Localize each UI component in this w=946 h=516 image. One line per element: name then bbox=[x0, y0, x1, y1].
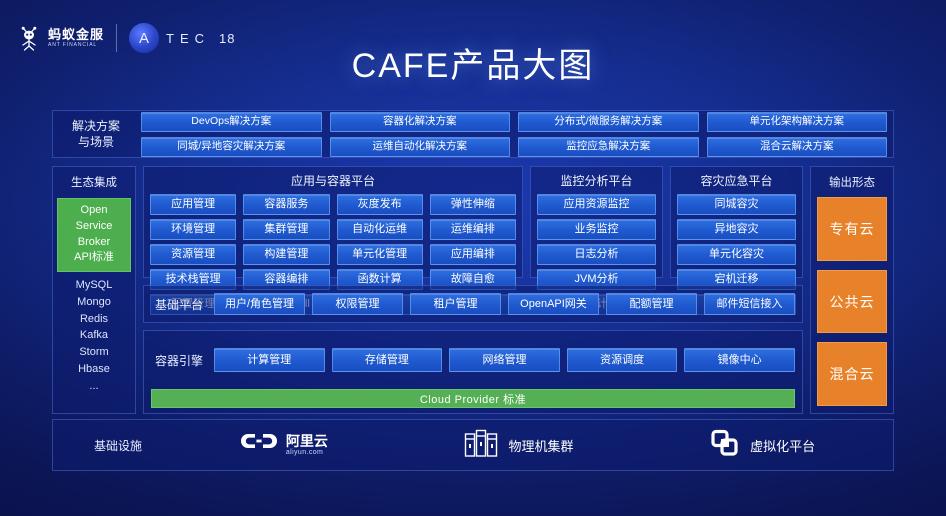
output-form-item[interactable]: 混合云 bbox=[817, 342, 887, 407]
container-engine-label: 容器引擎 bbox=[154, 353, 203, 368]
disaster-platform-chip[interactable]: 同城容灾 bbox=[677, 194, 796, 215]
disaster-platform-title: 容灾应急平台 bbox=[700, 174, 773, 188]
solution-chip[interactable]: 混合云解决方案 bbox=[706, 136, 887, 157]
base-platform-chip[interactable]: 用户/角色管理 bbox=[214, 293, 305, 315]
base-platform-chip[interactable]: 租户管理 bbox=[410, 293, 501, 315]
solutions-label-line1: 解决方案 bbox=[71, 118, 120, 133]
platform-row: 应用与容器平台 应用管理 容器服务 灰度发布 弹性伸缩 环境管理 集群管理 自动… bbox=[143, 166, 803, 315]
app-platform-chip[interactable]: 弹性伸缩 bbox=[429, 194, 516, 215]
base-platform-chip[interactable]: OpenAPI网关 bbox=[508, 293, 599, 315]
app-platform-chip[interactable]: 单元化管理 bbox=[336, 244, 423, 265]
container-engine-chip[interactable]: 镜像中心 bbox=[684, 348, 795, 372]
virtualization-icon bbox=[709, 428, 741, 463]
ecosystem-item: Storm bbox=[79, 346, 109, 358]
app-platform-chip[interactable]: 资源管理 bbox=[150, 244, 237, 265]
ecosystem-item: Kafka bbox=[79, 329, 109, 342]
solution-chip[interactable]: 监控应急解决方案 bbox=[518, 136, 699, 157]
base-platform-label: 基础平台 bbox=[154, 297, 203, 312]
ecosystem-item: Mongo bbox=[77, 295, 111, 308]
app-platform-chip[interactable]: 构建管理 bbox=[243, 244, 330, 265]
solution-chip[interactable]: 分布式/微服务解决方案 bbox=[518, 111, 699, 132]
physical-cluster-label: 物理机集群 bbox=[508, 438, 574, 454]
server-rack-icon bbox=[463, 428, 499, 463]
infrastructure-item-physical-cluster: 物理机集群 bbox=[463, 428, 574, 463]
ecosystem-standard-item: Service bbox=[75, 219, 113, 232]
app-platform-chip[interactable]: 集群管理 bbox=[243, 219, 330, 240]
monitor-platform-panel: 监控分析平台 应用资源监控 业务监控 日志分析 JVM分析 事件审计分析 bbox=[530, 166, 663, 315]
base-platform-row: 基础平台 用户/角色管理 权限管理 租户管理 OpenAPI网关 配额管理 邮件… bbox=[143, 285, 803, 323]
infrastructure-item-virtualization: 虚拟化平台 bbox=[709, 428, 815, 463]
aliyun-logo-icon bbox=[240, 431, 277, 460]
ecosystem-item: Hbase bbox=[78, 362, 110, 375]
monitor-platform-chip[interactable]: 业务监控 bbox=[537, 219, 656, 240]
ecosystem-item: Redis bbox=[79, 312, 109, 325]
ecosystem-standard-box: Open Service Broker API标准 bbox=[57, 198, 131, 272]
solutions-row-2: 同城/异地容灾解决方案 运维自动化解决方案 监控应急解决方案 混合云解决方案 bbox=[141, 136, 887, 157]
ecosystem-item-list: MySQL Mongo Redis Kafka Storm Hbase ... bbox=[76, 279, 113, 393]
app-platform-chip[interactable]: 环境管理 bbox=[150, 219, 237, 240]
container-engine-items: 计算管理 存储管理 网络管理 资源调度 镜像中心 bbox=[214, 348, 795, 372]
aliyun-name-cn: 阿里云 bbox=[285, 432, 328, 449]
app-platform-chip[interactable]: 容器服务 bbox=[243, 194, 330, 215]
infrastructure-item-aliyun: 阿里云 aliyun.com bbox=[240, 431, 328, 460]
ecosystem-item: ... bbox=[89, 379, 99, 392]
solutions-label: 解决方案 与场景 bbox=[59, 118, 133, 150]
base-platform-chip[interactable]: 权限管理 bbox=[312, 293, 403, 315]
disaster-platform-chip[interactable]: 单元化容灾 bbox=[677, 244, 796, 265]
app-platform-title: 应用与容器平台 bbox=[290, 174, 375, 188]
monitor-platform-chip[interactable]: 应用资源监控 bbox=[537, 194, 656, 215]
solution-chip[interactable]: 同城/异地容灾解决方案 bbox=[141, 136, 322, 157]
main-architecture-area: 生态集成 Open Service Broker API标准 MySQL Mon… bbox=[52, 166, 894, 414]
disaster-platform-panel: 容灾应急平台 同城容灾 异地容灾 单元化容灾 宕机迁移 应急运维 bbox=[670, 166, 803, 315]
solution-chip[interactable]: 单元化架构解决方案 bbox=[706, 111, 887, 132]
cloud-provider-standard-bar: Cloud Provider 标准 bbox=[151, 389, 795, 408]
app-platform-chip[interactable]: 应用管理 bbox=[150, 194, 237, 215]
base-platform-chip[interactable]: 配额管理 bbox=[606, 293, 697, 315]
base-platform-items: 用户/角色管理 权限管理 租户管理 OpenAPI网关 配额管理 邮件短信接入 bbox=[214, 293, 795, 315]
container-engine-chip[interactable]: 资源调度 bbox=[566, 348, 678, 372]
disaster-platform-chip[interactable]: 异地容灾 bbox=[677, 219, 796, 240]
ecosystem-title: 生态集成 bbox=[71, 177, 117, 189]
solutions-label-line2: 与场景 bbox=[77, 135, 114, 149]
monitor-platform-title: 监控分析平台 bbox=[560, 174, 633, 188]
container-engine-section: 容器引擎 计算管理 存储管理 网络管理 资源调度 镜像中心 Cloud Prov… bbox=[143, 330, 803, 414]
output-form-list: 专有云 公共云 混合云 bbox=[817, 197, 887, 407]
monitor-platform-chip[interactable]: 日志分析 bbox=[537, 244, 656, 265]
solution-chip[interactable]: 容器化解决方案 bbox=[329, 111, 510, 132]
app-platform-chip[interactable]: 灰度发布 bbox=[336, 194, 423, 215]
output-form-panel: 输出形态 专有云 公共云 混合云 bbox=[810, 166, 894, 414]
aliyun-name-en: aliyun.com bbox=[285, 448, 324, 456]
base-platform-chip[interactable]: 邮件短信接入 bbox=[704, 293, 795, 315]
container-engine-row: 容器引擎 计算管理 存储管理 网络管理 资源调度 镜像中心 bbox=[151, 336, 795, 384]
ecosystem-standard-item: Open bbox=[80, 204, 108, 216]
solution-chip[interactable]: DevOps解决方案 bbox=[141, 111, 322, 132]
app-platform-chip[interactable]: 应用编排 bbox=[429, 244, 516, 265]
infrastructure-items: 阿里云 aliyun.com 物理机集群 虚拟化平台 bbox=[173, 428, 883, 463]
page-title: CAFE产品大图 bbox=[351, 47, 595, 85]
aliyun-wordmark: 阿里云 aliyun.com bbox=[286, 434, 328, 456]
ecosystem-item: MySQL bbox=[75, 279, 113, 291]
output-form-title: 输出形态 bbox=[829, 177, 875, 189]
ecosystem-standard-item: Broker bbox=[77, 235, 111, 248]
ecosystem-panel: 生态集成 Open Service Broker API标准 MySQL Mon… bbox=[52, 166, 136, 414]
solutions-grid: DevOps解决方案 容器化解决方案 分布式/微服务解决方案 单元化架构解决方案… bbox=[141, 111, 887, 157]
app-platform-chip[interactable]: 运维编排 bbox=[429, 219, 516, 240]
output-form-item[interactable]: 公共云 bbox=[817, 269, 887, 334]
container-engine-chip[interactable]: 计算管理 bbox=[214, 348, 325, 372]
ecosystem-standard-item: API标准 bbox=[74, 251, 114, 264]
solutions-section: 解决方案 与场景 DevOps解决方案 容器化解决方案 分布式/微服务解决方案 … bbox=[52, 110, 894, 158]
container-engine-chip[interactable]: 网络管理 bbox=[449, 348, 560, 372]
infrastructure-section: 基础设施 阿里云 aliyun.com 物理机集群 虚拟化平台 bbox=[52, 419, 894, 471]
solutions-row-1: DevOps解决方案 容器化解决方案 分布式/微服务解决方案 单元化架构解决方案 bbox=[141, 111, 887, 132]
virtualization-label: 虚拟化平台 bbox=[750, 438, 816, 454]
solution-chip[interactable]: 运维自动化解决方案 bbox=[329, 136, 510, 157]
container-engine-chip[interactable]: 存储管理 bbox=[331, 348, 443, 372]
app-container-platform-panel: 应用与容器平台 应用管理 容器服务 灰度发布 弹性伸缩 环境管理 集群管理 自动… bbox=[143, 166, 523, 315]
infrastructure-label: 基础设施 bbox=[93, 438, 142, 453]
app-platform-chip[interactable]: 自动化运维 bbox=[336, 219, 423, 240]
output-form-item[interactable]: 专有云 bbox=[817, 197, 887, 261]
center-stack: 应用与容器平台 应用管理 容器服务 灰度发布 弹性伸缩 环境管理 集群管理 自动… bbox=[143, 166, 803, 414]
